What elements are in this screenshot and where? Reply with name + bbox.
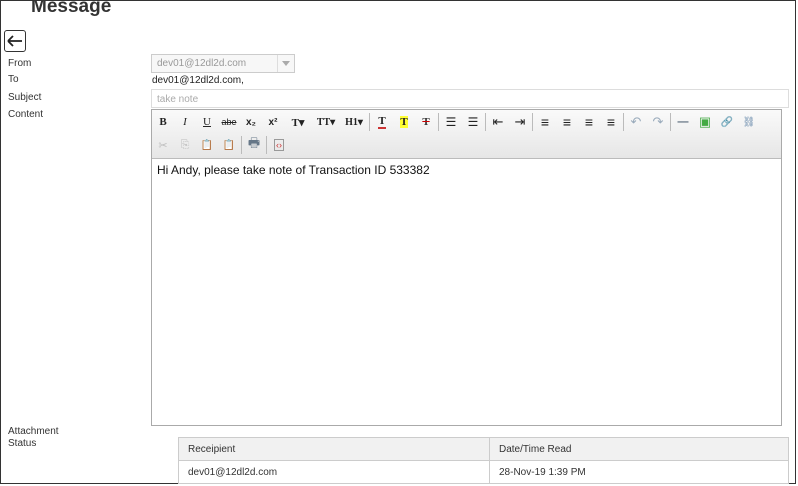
source-code-button[interactable]: ‹› (268, 135, 290, 155)
superscript-button[interactable]: x² (262, 112, 284, 132)
redo-icon: ↷ (652, 114, 664, 129)
horizontal-rule-icon: — (677, 116, 689, 128)
image-icon: ▣ (698, 114, 712, 129)
cut-icon: ✂ (158, 139, 168, 152)
recipient-cell: dev01@12dl2d.com (178, 460, 490, 484)
bullet-list-button[interactable]: ☰ (440, 112, 462, 132)
toolbar-separator (670, 113, 671, 131)
rich-text-editor[interactable]: B I Uabe x₂ x² T▾ ТТ▾ H1▾ T T T ☰ ☰ ⇤ ⇥ ≡ ≡ ≡ ≡ ↶ ↷ — ▣ 🔗 ⛓ ✂ ⎘ 📋 📋… (151, 109, 782, 426)
image-button[interactable]: ▣ (694, 112, 716, 132)
align-center-icon: ≡ (562, 114, 572, 130)
chevron-down-icon (277, 55, 294, 72)
print-button[interactable]: 🖶 (243, 135, 265, 155)
content-label: Content (8, 109, 44, 120)
to-value: dev01@12dl2d.com, (152, 75, 244, 86)
numbered-list-icon: ☰ (467, 115, 479, 129)
heading-button[interactable]: H1▾ (340, 112, 368, 132)
align-left-icon: ≡ (540, 114, 550, 130)
strikethrough-button[interactable]: abe (218, 112, 240, 132)
page-title: Message (31, 0, 112, 17)
subject-label: Subject (8, 92, 42, 103)
unlink-icon: ⛓ (742, 116, 756, 128)
undo-icon: ↶ (630, 114, 642, 129)
indent-icon: ⇥ (514, 114, 526, 129)
copy-button[interactable]: ⎘ (174, 135, 196, 155)
undo-button[interactable]: ↶ (625, 112, 647, 132)
underline-icon: U (203, 116, 211, 128)
back-button[interactable] (4, 30, 26, 52)
underline-button[interactable]: U (196, 112, 218, 132)
unlink-button[interactable]: ⛓ (738, 112, 760, 132)
toolbar-separator (266, 136, 267, 154)
status-label: Status (8, 438, 37, 449)
bold-button[interactable]: B (152, 112, 174, 132)
subject-placeholder: take note (157, 94, 199, 105)
bullet-list-icon: ☰ (445, 115, 457, 129)
toolbar-separator (532, 113, 533, 131)
link-button[interactable]: 🔗 (716, 112, 738, 132)
column-header-recipient: Receipient (178, 437, 490, 461)
clear-format-button[interactable]: T (415, 112, 437, 132)
align-left-button[interactable]: ≡ (534, 112, 556, 132)
numbered-list-button[interactable]: ☰ (462, 112, 484, 132)
highlight-button[interactable]: T (393, 112, 415, 132)
horizontal-rule-button[interactable]: — (672, 112, 694, 132)
paste-text-button[interactable]: 📋 (218, 135, 240, 155)
toolbar-row-2: ✂ ⎘ 📋 📋 🖶 ‹› (152, 134, 290, 156)
align-justify-icon: ≡ (606, 114, 616, 130)
align-justify-button[interactable]: ≡ (600, 112, 622, 132)
source-code-icon: ‹› (274, 139, 284, 151)
italic-button[interactable]: I (174, 112, 196, 132)
align-right-button[interactable]: ≡ (578, 112, 600, 132)
redo-button[interactable]: ↷ (647, 112, 669, 132)
toolbar-separator (438, 113, 439, 131)
arrow-left-icon (7, 35, 22, 47)
copy-icon: ⎘ (180, 138, 190, 151)
font-size-button[interactable]: T▾ (284, 112, 312, 132)
editor-toolbar: B I Uabe x₂ x² T▾ ТТ▾ H1▾ T T T ☰ ☰ ⇤ ⇥ ≡ ≡ ≡ ≡ ↶ ↷ — ▣ 🔗 ⛓ ✂ ⎘ 📋 📋… (152, 110, 781, 159)
toolbar-separator (623, 113, 624, 131)
indent-button[interactable]: ⇥ (509, 112, 531, 132)
strikethrough-icon: abe (221, 117, 237, 127)
outdent-icon: ⇤ (492, 114, 504, 129)
link-icon: 🔗 (720, 116, 734, 128)
font-family-button[interactable]: ТТ▾ (312, 112, 340, 132)
toolbar-row-1: B I Uabe x₂ x² T▾ ТТ▾ H1▾ T T T ☰ ☰ ⇤ ⇥ ≡ ≡ ≡ ≡ ↶ ↷ — ▣ 🔗 ⛓ (152, 111, 760, 133)
paste-button[interactable]: 📋 (196, 135, 218, 155)
font-size-icon: T▾ (291, 116, 305, 129)
subject-input[interactable]: take note (151, 89, 789, 108)
table-row: dev01@12dl2d.com 28-Nov-19 1:39 PM (178, 460, 789, 484)
paste-text-icon: 📋 (222, 139, 236, 151)
toolbar-separator (485, 113, 486, 131)
clear-format-icon: T (422, 116, 430, 128)
bold-icon: B (159, 116, 167, 128)
outdent-button[interactable]: ⇤ (487, 112, 509, 132)
status-table: Receipient Date/Time Read dev01@12dl2d.c… (178, 437, 789, 484)
subscript-button[interactable]: x₂ (240, 112, 262, 132)
to-label: To (8, 74, 19, 85)
attachment-label: Attachment (8, 426, 59, 437)
italic-icon: I (183, 116, 187, 128)
from-select[interactable]: dev01@12dl2d.com (151, 54, 295, 73)
from-label: From (8, 58, 32, 69)
toolbar-separator (369, 113, 370, 131)
text-color-icon: T (378, 115, 386, 129)
print-icon: 🖶 (247, 135, 261, 150)
font-family-icon: ТТ▾ (316, 116, 336, 128)
column-header-date-read: Date/Time Read (489, 437, 789, 461)
toolbar-separator (241, 136, 242, 154)
cut-button[interactable]: ✂ (152, 135, 174, 155)
text-color-button[interactable]: T (371, 112, 393, 132)
subscript-icon: x₂ (245, 116, 256, 128)
editor-content[interactable]: Hi Andy, please take note of Transaction… (157, 163, 430, 177)
heading-icon: H1▾ (345, 116, 363, 128)
align-center-button[interactable]: ≡ (556, 112, 578, 132)
from-value: dev01@12dl2d.com (157, 58, 247, 69)
align-right-icon: ≡ (584, 114, 594, 130)
paste-icon: 📋 (200, 139, 214, 151)
superscript-icon: x² (268, 116, 278, 128)
highlight-icon: T (400, 116, 408, 128)
table-header-row: Receipient Date/Time Read (178, 437, 789, 461)
date-read-cell: 28-Nov-19 1:39 PM (489, 460, 789, 484)
